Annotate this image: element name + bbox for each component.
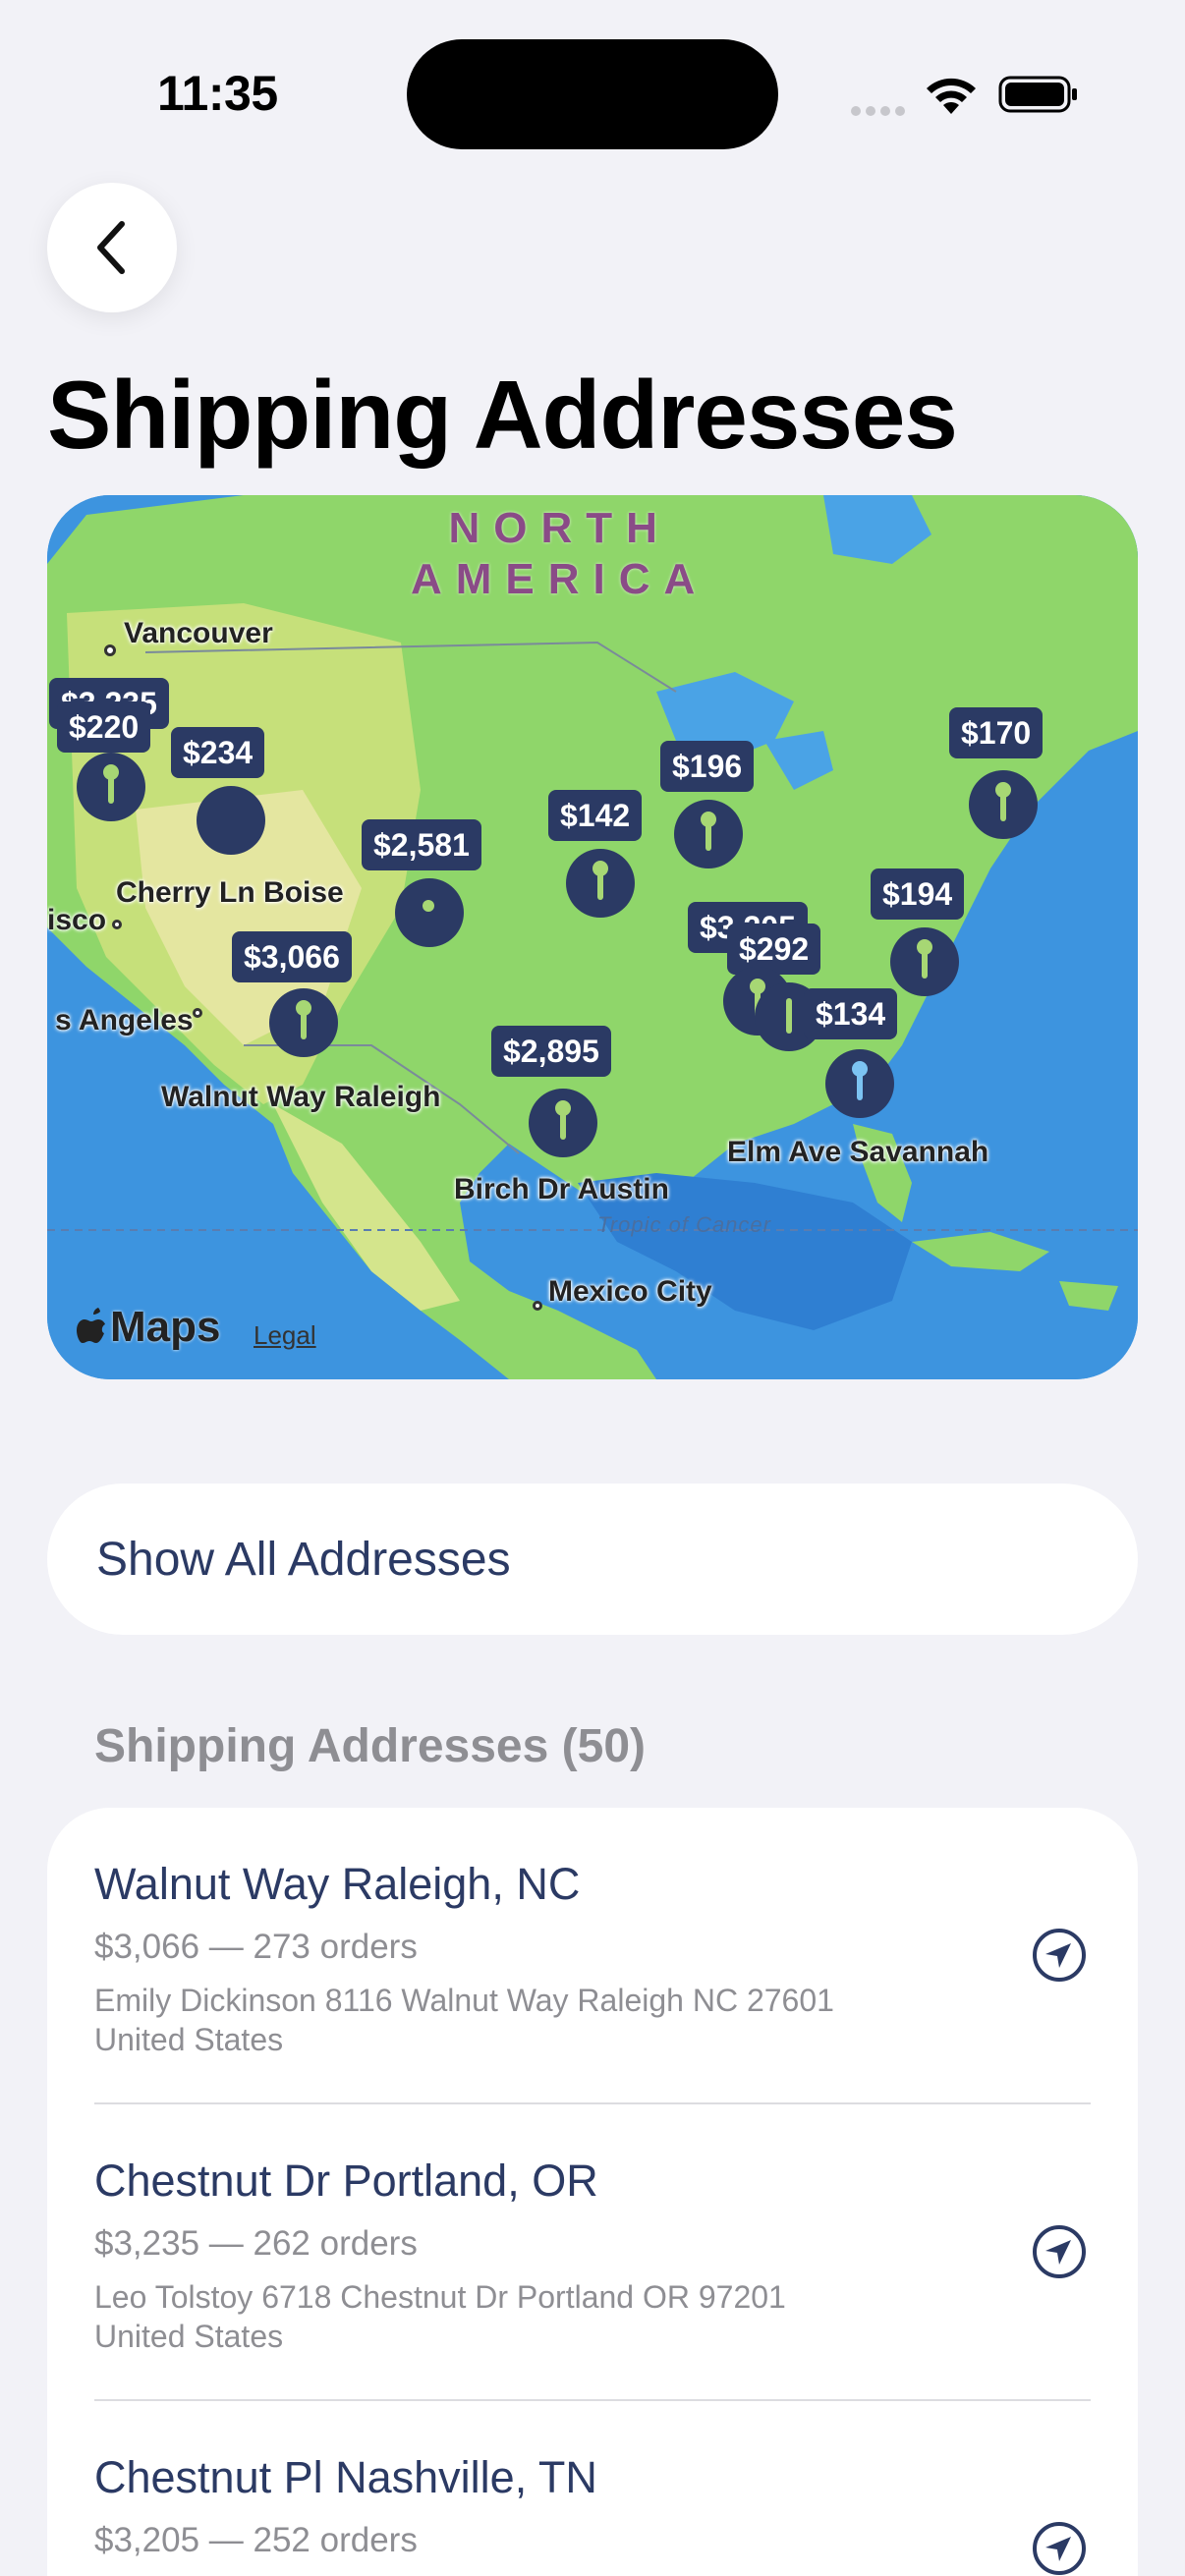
- map-price-tag[interactable]: $134: [804, 988, 898, 1039]
- map-price-tag[interactable]: $2,581: [362, 819, 481, 870]
- apple-logo-icon: [77, 1308, 105, 1343]
- status-bar: 11:35: [0, 0, 1185, 187]
- address-row[interactable]: Walnut Way Raleigh, NC $3,066 — 273 orde…: [47, 1808, 1138, 2104]
- city-label: Elm Ave Savannah: [727, 1136, 989, 1168]
- map-price-tag[interactable]: $194: [871, 868, 965, 920]
- continent-label: NORTH AMERICA: [411, 503, 708, 605]
- city-dot: [112, 920, 122, 929]
- address-row[interactable]: Chestnut Dr Portland, OR $3,235 — 262 or…: [47, 2104, 1138, 2401]
- map-pin[interactable]: [269, 988, 338, 1057]
- map-pin[interactable]: [825, 1049, 894, 1118]
- continent-label-line2: AMERICA: [411, 555, 709, 603]
- wifi-icon: [927, 78, 976, 114]
- city-dot: [193, 1008, 202, 1018]
- address-detail: Leo Tolstoy 6718 Chestnut Dr Portland OR…: [94, 2277, 979, 2356]
- back-button[interactable]: [47, 183, 177, 312]
- city-label: Mexico City: [548, 1275, 712, 1308]
- map-pin[interactable]: [890, 927, 959, 996]
- city-label: Vancouver: [124, 617, 273, 649]
- address-list: Walnut Way Raleigh, NC $3,066 — 273 orde…: [47, 1808, 1138, 2576]
- legal-link[interactable]: Legal: [254, 1320, 316, 1351]
- city-label: Birch Dr Austin: [454, 1173, 669, 1205]
- navigate-icon[interactable]: [1030, 1926, 1089, 1985]
- address-title: Walnut Way Raleigh, NC: [94, 1859, 581, 1909]
- map-pin[interactable]: [197, 786, 265, 855]
- map-price-tag[interactable]: $142: [548, 790, 643, 841]
- continent-label-line1: NORTH: [448, 504, 671, 552]
- map-pin[interactable]: [395, 878, 464, 947]
- dynamic-island: [407, 39, 778, 149]
- map-price-tag[interactable]: $170: [949, 707, 1044, 758]
- city-label: Walnut Way Raleigh: [161, 1081, 441, 1113]
- map-pin[interactable]: [529, 1089, 597, 1157]
- map-pin[interactable]: [969, 770, 1038, 839]
- map-pin[interactable]: [566, 849, 635, 918]
- map-price-tag[interactable]: $234: [171, 727, 265, 778]
- maps-label: Maps: [110, 1303, 221, 1351]
- cellular-signal-icon: [851, 106, 905, 116]
- map-price-tag[interactable]: $292: [727, 924, 821, 975]
- apple-maps-logo: Maps: [77, 1303, 220, 1352]
- city-label: Cherry Ln Boise: [116, 876, 344, 909]
- tropic-label: Tropic of Cancer: [597, 1212, 771, 1237]
- map-view[interactable]: NORTH AMERICA Vancouver Cherry Ln Boise …: [47, 495, 1138, 1379]
- address-detail: Emily Dickinson 8116 Walnut Way Raleigh …: [94, 1981, 979, 2059]
- chevron-left-icon: [97, 221, 125, 274]
- address-summary: $3,235 — 262 orders: [94, 2224, 418, 2263]
- map-pin[interactable]: [674, 800, 743, 868]
- address-row[interactable]: Chestnut Pl Nashville, TN $3,205 — 252 o…: [47, 2401, 1138, 2576]
- status-time: 11:35: [157, 66, 278, 121]
- map-price-tag[interactable]: $196: [660, 741, 755, 792]
- page-title: Shipping Addresses: [47, 361, 958, 469]
- city-label: s Angeles: [55, 1004, 194, 1036]
- city-dot: [533, 1301, 542, 1311]
- address-line2: United States: [94, 2319, 284, 2354]
- address-summary: $3,205 — 252 orders: [94, 2521, 418, 2559]
- address-line1: Emily Dickinson 8116 Walnut Way Raleigh …: [94, 1983, 834, 2018]
- city-label: isco: [47, 904, 107, 936]
- map-price-tag[interactable]: $2,895: [491, 1026, 611, 1077]
- navigate-icon[interactable]: [1030, 2222, 1089, 2281]
- city-dot: [104, 644, 116, 656]
- battery-icon: [998, 76, 1077, 113]
- address-title: Chestnut Dr Portland, OR: [94, 2156, 598, 2206]
- map-price-tag[interactable]: $3,066: [232, 931, 352, 982]
- address-summary: $3,066 — 273 orders: [94, 1928, 418, 1966]
- map-price-tag[interactable]: $220: [57, 701, 151, 753]
- show-all-addresses-button[interactable]: Show All Addresses: [47, 1484, 1138, 1635]
- address-line1: Leo Tolstoy 6718 Chestnut Dr Portland OR…: [94, 2279, 786, 2315]
- navigate-icon[interactable]: [1030, 2519, 1089, 2576]
- section-header: Shipping Addresses (50): [94, 1720, 646, 1772]
- address-title: Chestnut Pl Nashville, TN: [94, 2452, 597, 2502]
- map-pin[interactable]: [77, 753, 145, 821]
- address-line2: United States: [94, 2022, 284, 2057]
